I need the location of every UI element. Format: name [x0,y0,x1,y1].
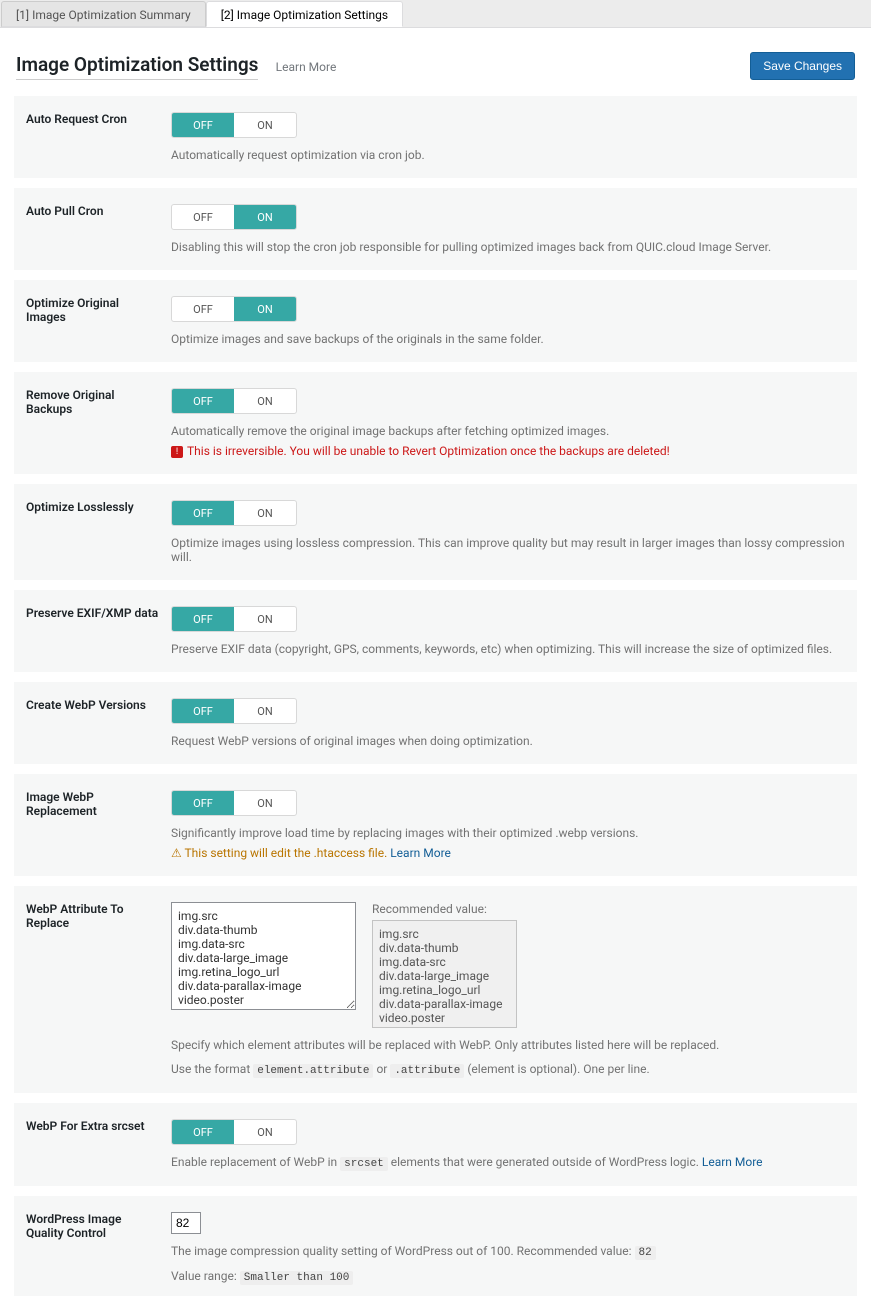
recommended-label: Recommended value: [372,902,517,916]
row-image-quality: WordPress Image Quality Control The imag… [14,1196,857,1296]
desc-quality-range: Value range: Smaller than 100 [171,1269,845,1284]
toggle-on[interactable]: ON [234,113,296,137]
save-changes-button[interactable]: Save Changes [750,52,855,80]
toggle-off[interactable]: OFF [172,699,234,723]
toggle-create-webp[interactable]: OFF ON [171,698,297,724]
toggle-exif[interactable]: OFF ON [171,606,297,632]
toggle-off[interactable]: OFF [172,1120,234,1144]
toggle-off[interactable]: OFF [172,205,234,229]
code-srcset: srcset [340,1157,388,1171]
toggle-on[interactable]: ON [234,501,296,525]
webp-attribute-textarea[interactable] [171,902,356,1010]
label-auto-request-cron: Auto Request Cron [26,112,171,162]
learn-more-link[interactable]: Learn More [276,60,337,74]
code-attribute: .attribute [390,1064,464,1078]
warning-icon: ! [171,446,183,458]
label-webp-replacement: Image WebP Replacement [26,790,171,860]
quality-range: Smaller than 100 [240,1271,354,1285]
row-remove-backups: Remove Original Backups OFF ON Automatic… [14,372,857,474]
row-extra-srcset: WebP For Extra srcset OFF ON Enable repl… [14,1103,857,1186]
desc-webp-replacement: Significantly improve load time by repla… [171,826,845,840]
label-create-webp: Create WebP Versions [26,698,171,748]
toggle-on[interactable]: ON [234,1120,296,1144]
label-extra-srcset: WebP For Extra srcset [26,1119,171,1170]
toggle-off[interactable]: OFF [172,791,234,815]
label-remove-backups: Remove Original Backups [26,388,171,458]
image-quality-input[interactable] [171,1212,201,1234]
toggle-remove-backups[interactable]: OFF ON [171,388,297,414]
row-optimize-original: Optimize Original Images OFF ON Optimize… [14,280,857,362]
toggle-webp-replacement[interactable]: OFF ON [171,790,297,816]
toggle-on[interactable]: ON [234,791,296,815]
page-title: Image Optimization Settings [16,53,258,80]
label-exif: Preserve EXIF/XMP data [26,606,171,656]
toggle-auto-pull-cron[interactable]: OFF ON [171,204,297,230]
row-lossless: Optimize Losslessly OFF ON Optimize imag… [14,484,857,580]
row-create-webp: Create WebP Versions OFF ON Request WebP… [14,682,857,764]
label-image-quality: WordPress Image Quality Control [26,1212,171,1284]
row-webp-replacement: Image WebP Replacement OFF ON Significan… [14,774,857,876]
desc-webp-attribute-2: Use the format element.attribute or .att… [171,1062,845,1077]
desc-lossless: Optimize images using lossless compressi… [171,536,845,564]
toggle-on[interactable]: ON [234,389,296,413]
toggle-off[interactable]: OFF [172,607,234,631]
toggle-on[interactable]: ON [234,297,296,321]
desc-extra-srcset: Enable replacement of WebP in srcset ele… [171,1155,845,1170]
toggle-on[interactable]: ON [234,607,296,631]
label-webp-attribute: WebP Attribute To Replace [26,902,171,1077]
row-webp-attribute: WebP Attribute To Replace Recommended va… [14,886,857,1093]
label-optimize-original: Optimize Original Images [26,296,171,346]
toggle-off[interactable]: OFF [172,297,234,321]
row-exif: Preserve EXIF/XMP data OFF ON Preserve E… [14,590,857,672]
desc-remove-backups: Automatically remove the original image … [171,424,845,438]
warn-remove-backups: !This is irreversible. You will be unabl… [171,444,845,458]
learn-more-htaccess[interactable]: Learn More [390,846,451,860]
tab-bar: [1] Image Optimization Summary [2] Image… [0,0,871,28]
toggle-extra-srcset[interactable]: OFF ON [171,1119,297,1145]
toggle-auto-request-cron[interactable]: OFF ON [171,112,297,138]
toggle-on[interactable]: ON [234,205,296,229]
toggle-on[interactable]: ON [234,699,296,723]
desc-auto-pull-cron: Disabling this will stop the cron job re… [171,240,845,254]
desc-optimize-original: Optimize images and save backups of the … [171,332,845,346]
toggle-off[interactable]: OFF [172,389,234,413]
row-auto-request-cron: Auto Request Cron OFF ON Automatically r… [14,96,857,178]
desc-exif: Preserve EXIF data (copyright, GPS, comm… [171,642,845,656]
label-auto-pull-cron: Auto Pull Cron [26,204,171,254]
warn-htaccess: ⚠ This setting will edit the .htaccess f… [171,846,845,860]
desc-webp-attribute-1: Specify which element attributes will be… [171,1038,845,1052]
desc-image-quality: The image compression quality setting of… [171,1244,845,1259]
toggle-optimize-original[interactable]: OFF ON [171,296,297,322]
toggle-off[interactable]: OFF [172,501,234,525]
learn-more-srcset[interactable]: Learn More [702,1155,763,1169]
tab-summary[interactable]: [1] Image Optimization Summary [1,1,206,27]
code-element-attribute: element.attribute [253,1064,373,1078]
tab-settings[interactable]: [2] Image Optimization Settings [206,1,403,27]
toggle-lossless[interactable]: OFF ON [171,500,297,526]
desc-auto-request-cron: Automatically request optimization via c… [171,148,845,162]
recommended-quality: 82 [635,1246,656,1260]
label-lossless: Optimize Losslessly [26,500,171,564]
row-auto-pull-cron: Auto Pull Cron OFF ON Disabling this wil… [14,188,857,270]
toggle-off[interactable]: OFF [172,113,234,137]
warning-icon: ⚠ [171,846,182,860]
desc-create-webp: Request WebP versions of original images… [171,734,845,748]
recommended-value: img.src div.data-thumb img.data-src div.… [372,920,517,1028]
header-row: Image Optimization Settings Learn More S… [0,28,871,96]
